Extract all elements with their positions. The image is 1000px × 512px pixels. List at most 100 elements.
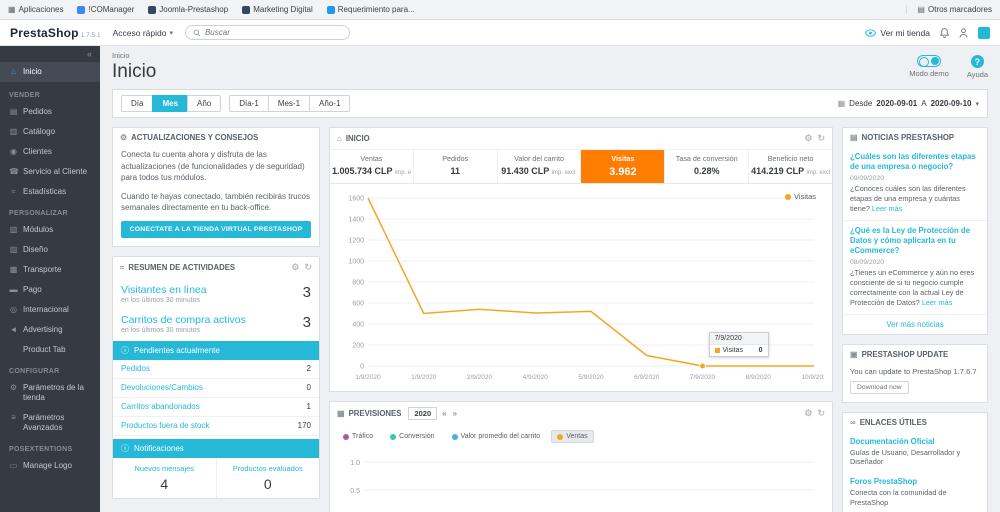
pending-row-fuera-de-stock[interactable]: Productos fuera de stock 170: [113, 417, 319, 436]
refresh-icon[interactable]: ↻: [304, 262, 312, 273]
gear-icon[interactable]: ⚙: [291, 262, 299, 273]
legend-pill-ventas[interactable]: Ventas: [551, 430, 593, 443]
sidebar-item-clientes[interactable]: ◉ Clientes: [0, 142, 100, 162]
help-button[interactable]: ? Ayuda: [967, 55, 988, 79]
breadcrumb[interactable]: Inicio: [112, 51, 156, 60]
tab-mes-1[interactable]: Mes-1: [268, 95, 310, 112]
sidebar-item-internacional[interactable]: ◎ Internacional: [0, 300, 100, 320]
bookmark-joomla-prestashop[interactable]: Joomla-Prestashop: [148, 5, 228, 14]
search-box[interactable]: [185, 25, 350, 40]
new-messages-cell[interactable]: Nuevos mensajes 4: [113, 458, 217, 498]
prestashop-logo[interactable]: PrestaShop 1.7.5.1: [10, 26, 101, 40]
read-more-link[interactable]: Leer más: [922, 298, 952, 307]
legend-pill-trafico[interactable]: Tráfico: [337, 430, 379, 443]
download-now-button[interactable]: Download now: [850, 381, 909, 394]
sidebar-collapse-button[interactable]: «: [0, 46, 100, 62]
more-news-link[interactable]: Ver más noticias: [843, 315, 987, 334]
gear-icon[interactable]: ⚙: [804, 408, 812, 419]
sidebar-item-estadisticas[interactable]: ≈ Estadísticas: [0, 182, 100, 202]
tooltip-date: 7/9/2020: [710, 333, 768, 345]
pending-header-label: Pendientes actualmente: [134, 346, 220, 355]
next-year-button[interactable]: »: [452, 409, 458, 418]
kpi-ventas[interactable]: Ventas 1.005.734 CLP imp. excl.: [330, 150, 414, 183]
profile-icon[interactable]: [959, 28, 968, 38]
legend-pill-valor-promedio[interactable]: Valor promedio del carrito: [446, 430, 547, 443]
forecast-chart[interactable]: 1.0 0.5: [330, 448, 832, 512]
bookmark-label: Joomla-Prestashop: [159, 5, 228, 14]
pending-row-pedidos[interactable]: Pedidos 2: [113, 360, 319, 379]
cell-label: Nuevos mensajes: [117, 464, 212, 473]
svg-text:7/9/2020: 7/9/2020: [690, 374, 716, 381]
info-icon: ⓘ: [121, 345, 129, 356]
toggle-icon[interactable]: [917, 55, 941, 67]
svg-text:600: 600: [352, 301, 364, 308]
bookmark-otros-marcadores[interactable]: ▤ Otros marcadores: [906, 5, 992, 14]
sidebar-item-advertising[interactable]: ◄ Advertising: [0, 320, 100, 340]
sidebar-item-diseno[interactable]: ▨ Diseño: [0, 240, 100, 260]
tab-dia[interactable]: Día: [121, 95, 153, 112]
refresh-icon[interactable]: ↻: [817, 408, 825, 419]
payment-icon: ▬: [9, 285, 18, 295]
gear-icon[interactable]: ⚙: [804, 133, 812, 144]
pending-row-carritos-abandonados[interactable]: Carritos abandonados 1: [113, 398, 319, 417]
sidebar-item-product-tab[interactable]: Product Tab: [0, 340, 100, 360]
sidebar-item-label: Parámetros de la tienda: [23, 383, 91, 403]
online-visitors-metric[interactable]: Visitantes en línea en los últimos 30 mi…: [113, 278, 319, 308]
search-input[interactable]: [205, 28, 342, 37]
forecast-year-selector[interactable]: 2020: [408, 407, 437, 420]
bookmark-comanager[interactable]: !COManager: [77, 5, 134, 14]
favicon: [77, 6, 85, 14]
view-shop-link[interactable]: Ver mi tienda: [865, 28, 930, 38]
tab-mes[interactable]: Mes: [152, 95, 188, 112]
kpi-valor-del-carrito[interactable]: Valor del carrito 91.430 CLP imp. excl.: [498, 150, 582, 183]
connect-addons-button[interactable]: CONECTATE A LA TIENDA VIRTUAL PRESTASHOP: [121, 221, 311, 238]
sidebar-item-pago[interactable]: ▬ Pago: [0, 280, 100, 300]
kpi-beneficio-neto[interactable]: Beneficio neto 414.219 CLP imp. excl.: [749, 150, 832, 183]
tab-ano-1[interactable]: Año-1: [309, 95, 350, 112]
visits-line-chart[interactable]: 020040060080010001200140016001/9/20201/9…: [338, 190, 824, 387]
kpi-tasa-de-conversion[interactable]: Tasa de conversión 0.28%: [665, 150, 749, 183]
sidebar-item-pedidos[interactable]: ▤ Pedidos: [0, 102, 100, 122]
bookmark-requerimiento[interactable]: Requerimiento para...: [327, 5, 415, 14]
news-headline-link[interactable]: ¿Cuáles son las diferentes etapas de una…: [850, 152, 980, 172]
tab-ano[interactable]: Año: [187, 95, 221, 112]
date-to-label: A: [921, 99, 926, 108]
product-reviews-cell[interactable]: Productos evaluados 0: [217, 458, 320, 498]
notifications-bell-icon[interactable]: [940, 28, 949, 38]
date-range-picker[interactable]: ▦ Desde 2020-09-01 A 2020-09-10 ▾: [838, 99, 979, 108]
sidebar-item-servicio-al-cliente[interactable]: ☎ Servicio al Cliente: [0, 162, 100, 182]
store-badge-icon[interactable]: [978, 27, 990, 39]
sidebar-item-manage-logo[interactable]: ▭ Manage Logo: [0, 456, 100, 476]
refresh-icon[interactable]: ↻: [817, 133, 825, 144]
svg-text:6/9/2020: 6/9/2020: [634, 374, 660, 381]
y-tick-label: 1.0: [350, 460, 360, 467]
bookmark-marketing-digital[interactable]: Marketing Digital: [242, 5, 313, 14]
kpi-label: Valor del carrito: [500, 154, 579, 163]
tab-dia-1[interactable]: Día-1: [229, 95, 269, 112]
legend-pill-conversion[interactable]: Conversión: [384, 430, 440, 443]
active-carts-metric[interactable]: Carritos de compra activos en los último…: [113, 308, 319, 338]
demo-mode-toggle[interactable]: Modo demo: [909, 55, 949, 79]
kpi-label: Pedidos: [416, 154, 495, 163]
sidebar-item-parametros-tienda[interactable]: ⚙ Parámetros de la tienda: [0, 378, 100, 408]
kpi-visitas[interactable]: Visitas 3.962: [581, 150, 665, 183]
sidebar-item-catalogo[interactable]: ▥ Catálogo: [0, 122, 100, 142]
documentation-link[interactable]: Documentación Oficial: [850, 437, 980, 446]
kpi-pedidos[interactable]: Pedidos 11: [414, 150, 498, 183]
bookmark-aplicaciones[interactable]: ▦ Aplicaciones: [8, 5, 63, 14]
forums-link[interactable]: Foros PrestaShop: [850, 477, 980, 486]
row-label: Productos fuera de stock: [121, 421, 210, 430]
pending-row-devoluciones[interactable]: Devoluciones/Cambios 0: [113, 379, 319, 398]
prev-year-button[interactable]: «: [441, 409, 447, 418]
sidebar-item-transporte[interactable]: ▩ Transporte: [0, 260, 100, 280]
news-item: ¿Cuáles son las diferentes etapas de una…: [843, 147, 987, 221]
read-more-link[interactable]: Leer más: [872, 204, 902, 213]
series-dot: [452, 434, 458, 440]
quick-access-menu[interactable]: Acceso rápido ▾: [113, 28, 173, 38]
news-headline-link[interactable]: ¿Qué es la Ley de Protección de Datos y …: [850, 226, 980, 256]
sidebar-item-inicio[interactable]: ⌂ Inicio: [0, 62, 100, 82]
sidebar-item-label: Parámetros Avanzados: [23, 413, 91, 433]
sidebar-item-parametros-avanzados[interactable]: ≡ Parámetros Avanzados: [0, 408, 100, 438]
visits-chart-area[interactable]: Visitas 020040060080010001200140016001/9…: [330, 184, 832, 391]
sidebar-item-modulos[interactable]: ▧ Módulos: [0, 220, 100, 240]
